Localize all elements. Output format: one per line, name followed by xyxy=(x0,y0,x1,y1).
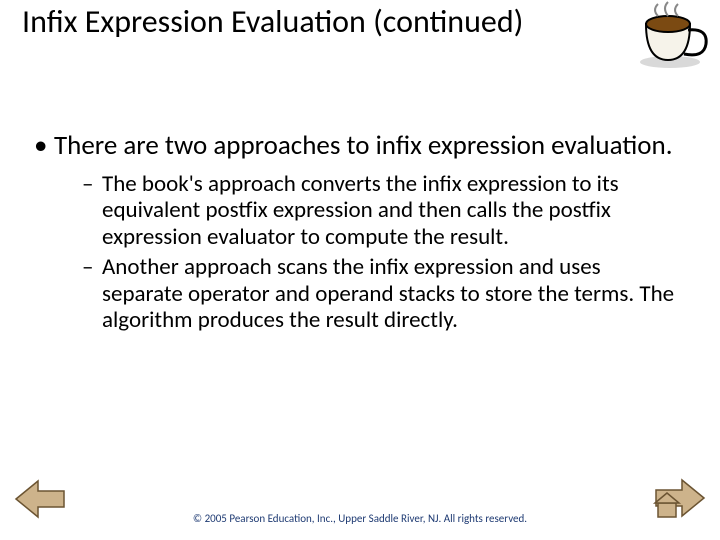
slide-title: Infix Expression Evaluation (continued) xyxy=(22,4,698,39)
coffee-cup-icon xyxy=(628,0,710,77)
bullet-level2: The book's approach converts the infix e… xyxy=(82,171,686,250)
next-slide-button[interactable] xyxy=(650,475,706,526)
bullet-level1: There are two approaches to infix expres… xyxy=(34,130,686,161)
copyright-text: © 2005 Pearson Education, Inc., Upper Sa… xyxy=(0,512,720,526)
sub-bullets: The book's approach converts the infix e… xyxy=(34,171,686,334)
content-body: There are two approaches to infix expres… xyxy=(34,130,686,338)
home-next-icon xyxy=(650,475,706,521)
bullet-level2: Another approach scans the infix express… xyxy=(82,254,686,333)
prev-slide-button[interactable] xyxy=(14,477,66,526)
slide: Infix Expression Evaluation (continued) … xyxy=(0,0,720,540)
prev-arrow-icon xyxy=(14,477,66,521)
